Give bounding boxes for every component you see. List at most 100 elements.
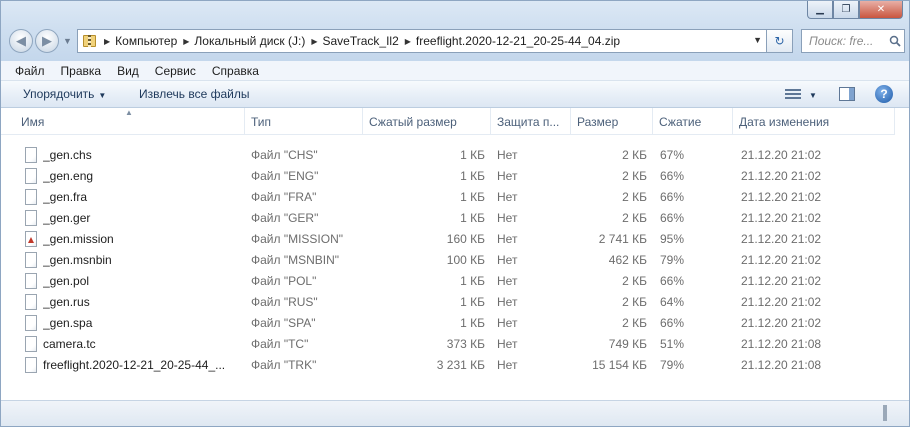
menu-bar: Файл Правка Вид Сервис Справка — [1, 61, 909, 81]
menu-tools[interactable]: Сервис — [147, 64, 204, 78]
file-size: 2 КБ — [622, 169, 647, 183]
organize-button[interactable]: Упорядочить ▼ — [23, 87, 106, 101]
forward-button[interactable]: ▶ — [35, 29, 59, 53]
packed-size: 1 КБ — [460, 169, 485, 183]
packed-size: 160 КБ — [446, 232, 485, 246]
column-header-size[interactable]: Размер — [571, 108, 653, 135]
address-bar[interactable]: ▶ Компьютер ▶ Локальный диск (J:) ▶ Save… — [77, 29, 767, 53]
file-name: _gen.mission — [43, 232, 114, 246]
file-size: 2 КБ — [622, 148, 647, 162]
file-type: Файл "SPA" — [251, 316, 316, 330]
file-type: Файл "FRA" — [251, 190, 317, 204]
breadcrumb-computer[interactable]: Компьютер — [115, 34, 177, 48]
window-controls: ▁ ❐ ✕ — [807, 1, 903, 19]
extract-all-button[interactable]: Извлечь все файлы — [139, 87, 249, 101]
column-header-modified[interactable]: Дата изменения — [733, 108, 895, 135]
compression-ratio: 66% — [660, 169, 685, 183]
breadcrumb-separator[interactable]: ▶ — [183, 37, 189, 46]
compression-ratio: 79% — [660, 253, 685, 267]
file-size: 2 КБ — [622, 295, 647, 309]
address-dropdown[interactable]: ▼ — [753, 35, 762, 45]
help-button[interactable]: ? — [875, 85, 893, 103]
file-size: 15 154 КБ — [592, 358, 647, 372]
compression-ratio: 66% — [660, 274, 685, 288]
column-header-packed-size[interactable]: Сжатый размер — [363, 108, 491, 135]
title-bar: ▁ ❐ ✕ ◀ ▶ ▼ ▶ Компьютер ▶ Локальный диск… — [1, 1, 909, 61]
table-row[interactable]: _gen.chs Файл "CHS" 1 КБ Нет 2 КБ 67% 21.12.20… — [1, 145, 895, 166]
file-name: _gen.pol — [43, 274, 90, 288]
minimize-button[interactable]: ▁ — [807, 1, 833, 19]
preview-pane-button[interactable] — [839, 87, 855, 101]
file-icon — [25, 147, 37, 163]
file-type: Файл "TC" — [251, 337, 309, 351]
command-bar: Упорядочить ▼ Извлечь все файлы ▼ ? — [1, 81, 909, 108]
table-row[interactable]: _gen.mission Файл "MISSION" 160 КБ Нет 2 741… — [1, 229, 895, 250]
file-size: 2 741 КБ — [598, 232, 647, 246]
protected-status: Нет — [497, 358, 518, 372]
table-row[interactable]: _gen.msnbin Файл "MSNBIN" 100 КБ Нет 462 КБ 7… — [1, 250, 895, 271]
file-type: Файл "TRK" — [251, 358, 317, 372]
date-modified: 21.12.20 21:02 — [741, 148, 822, 162]
table-row[interactable]: _gen.eng Файл "ENG" 1 КБ Нет 2 КБ 66% 21.12.20… — [1, 166, 895, 187]
file-icon — [25, 273, 37, 289]
protected-status: Нет — [497, 169, 518, 183]
file-rows: _gen.chs Файл "CHS" 1 КБ Нет 2 КБ 67% 21.12.20… — [1, 145, 895, 376]
close-button[interactable]: ✕ — [859, 1, 903, 19]
file-name: _gen.msnbin — [43, 253, 112, 267]
protected-status: Нет — [497, 253, 518, 267]
breadcrumb-separator[interactable]: ▶ — [104, 37, 110, 46]
file-size: 2 КБ — [622, 274, 647, 288]
file-size: 749 КБ — [608, 337, 647, 351]
file-name: _gen.ger — [43, 211, 91, 225]
file-type: Файл "MISSION" — [251, 232, 344, 246]
status-bar — [1, 400, 909, 426]
table-row[interactable]: freeflight.2020-12-21_20-25-44_... Файл "… — [1, 355, 895, 376]
date-modified: 21.12.20 21:02 — [741, 190, 822, 204]
breadcrumb-local-disk[interactable]: Локальный диск (J:) — [194, 34, 305, 48]
file-type: Файл "MSNBIN" — [251, 253, 340, 267]
search-icon — [889, 35, 901, 47]
table-row[interactable]: _gen.pol Файл "POL" 1 КБ Нет 2 КБ 66% 21.12.20… — [1, 271, 895, 292]
maximize-button[interactable]: ❐ — [833, 1, 859, 19]
zip-folder-icon — [82, 34, 98, 48]
column-header-protected[interactable]: Защита п... — [491, 108, 571, 135]
chevron-down-icon: ▼ — [809, 90, 817, 100]
organize-label: Упорядочить — [23, 87, 95, 101]
menu-view[interactable]: Вид — [109, 64, 147, 78]
refresh-button[interactable]: ↻ — [767, 29, 793, 53]
file-size: 2 КБ — [622, 316, 647, 330]
column-header-type[interactable]: Тип — [245, 108, 363, 135]
breadcrumb-separator[interactable]: ▶ — [405, 37, 411, 46]
change-view-button[interactable]: ▼ — [785, 87, 821, 103]
packed-size: 1 КБ — [460, 148, 485, 162]
table-row[interactable]: camera.tc Файл "TC" 373 КБ Нет 749 КБ 51% 21.1… — [1, 334, 895, 355]
protected-status: Нет — [497, 295, 518, 309]
protected-status: Нет — [497, 211, 518, 225]
breadcrumb-separator[interactable]: ▶ — [311, 37, 317, 46]
compression-ratio: 66% — [660, 316, 685, 330]
packed-size: 1 КБ — [460, 274, 485, 288]
file-type: Файл "GER" — [251, 211, 319, 225]
menu-help[interactable]: Справка — [204, 64, 267, 78]
compression-ratio: 66% — [660, 211, 685, 225]
breadcrumb-zip-archive[interactable]: freeflight.2020-12-21_20-25-44_04.zip — [416, 34, 620, 48]
date-modified: 21.12.20 21:02 — [741, 232, 822, 246]
recent-pages-dropdown[interactable]: ▼ — [63, 36, 72, 46]
table-row[interactable]: _gen.rus Файл "RUS" 1 КБ Нет 2 КБ 64% 21.12.20… — [1, 292, 895, 313]
file-icon — [25, 189, 37, 205]
mission-file-icon — [25, 231, 37, 247]
column-header-ratio[interactable]: Сжатие — [653, 108, 733, 135]
menu-file[interactable]: Файл — [7, 64, 53, 78]
resize-grip[interactable] — [883, 405, 887, 421]
file-icon — [25, 252, 37, 268]
compression-ratio: 79% — [660, 358, 685, 372]
sort-ascending-icon: ▲ — [125, 108, 133, 117]
menu-edit[interactable]: Правка — [53, 64, 110, 78]
table-row[interactable]: _gen.ger Файл "GER" 1 КБ Нет 2 КБ 66% 21.12.20… — [1, 208, 895, 229]
table-row[interactable]: _gen.spa Файл "SPA" 1 КБ Нет 2 КБ 66% 21.12.20… — [1, 313, 895, 334]
file-icon — [25, 357, 37, 373]
breadcrumb-savetrack[interactable]: SaveTrack_Il2 — [322, 34, 398, 48]
back-button[interactable]: ◀ — [9, 29, 33, 53]
packed-size: 3 231 КБ — [436, 358, 485, 372]
table-row[interactable]: _gen.fra Файл "FRA" 1 КБ Нет 2 КБ 66% 21.12.20… — [1, 187, 895, 208]
